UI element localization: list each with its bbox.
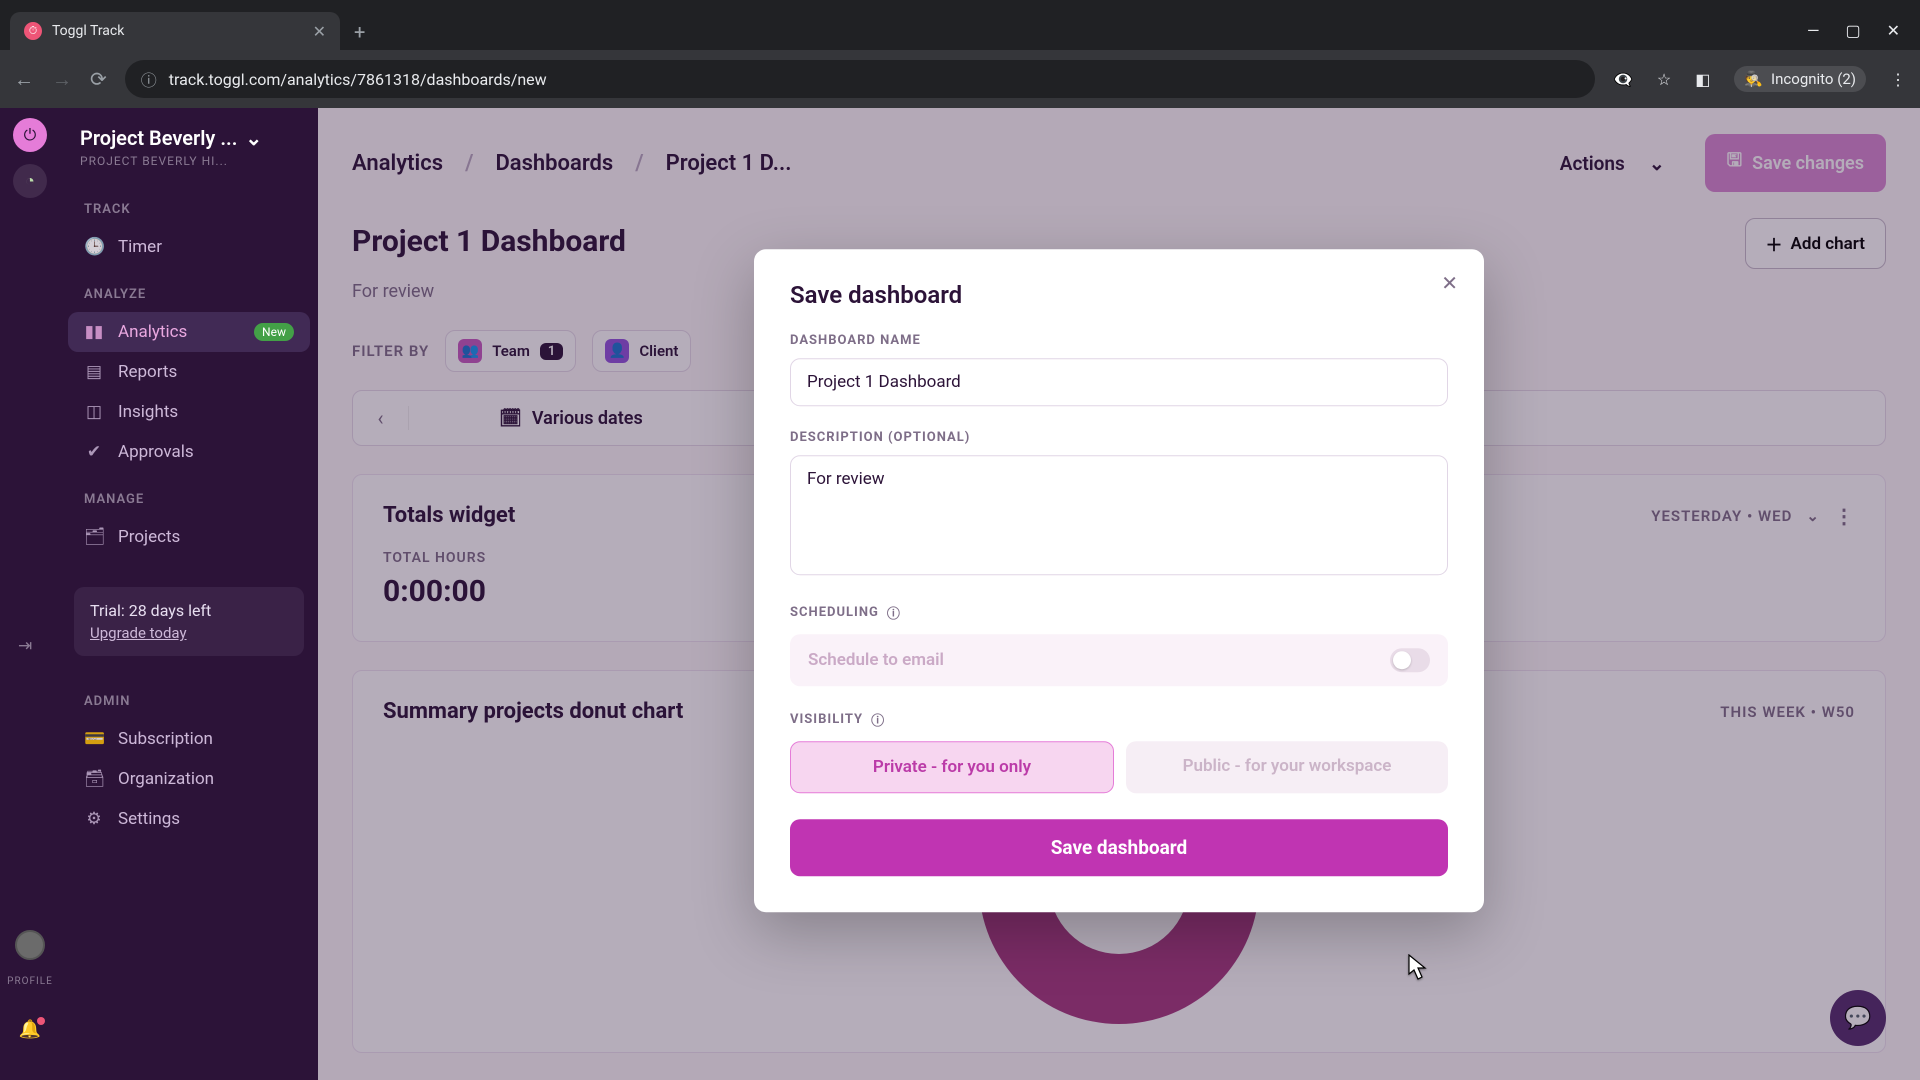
save-dashboard-modal: Save dashboard ✕ DASHBOARD NAME DESCRIPT… — [754, 249, 1484, 912]
sidebar-section-manage: MANAGE — [60, 472, 318, 517]
info-icon[interactable]: ⓘ — [871, 710, 885, 729]
visibility-public-option[interactable]: Public - for your workspace — [1126, 741, 1448, 793]
sidebar-item-organization[interactable]: 🗃Organization — [60, 759, 318, 799]
rail-timer-button[interactable]: ⏻ — [13, 118, 47, 152]
address-bar[interactable]: ⓘ track.toggl.com/analytics/7861318/dash… — [125, 60, 1595, 98]
collapse-sidebar-icon[interactable]: ⇥ — [18, 636, 32, 656]
schedule-to-email-row[interactable]: Schedule to email — [790, 634, 1448, 686]
sidebar-item-subscription[interactable]: 💳Subscription — [60, 719, 318, 759]
sidebar-item-analytics[interactable]: ▮▮AnalyticsNew — [68, 312, 310, 352]
modal-title: Save dashboard — [790, 281, 1448, 309]
browser-menu-icon[interactable]: ⋮ — [1890, 70, 1906, 89]
url-text: track.toggl.com/analytics/7861318/dashbo… — [169, 70, 547, 89]
chevron-down-icon: ⌄ — [245, 126, 262, 150]
sidebar-item-insights[interactable]: ◫Insights — [60, 392, 318, 432]
app-rail: ⏻ ◔ PROFILE 🔔 — [0, 108, 60, 1080]
visibility-label: VISIBILITYⓘ — [790, 710, 1448, 729]
folder-icon: 🗂 — [84, 527, 104, 547]
back-icon[interactable]: ← — [14, 67, 34, 92]
workspace-switcher[interactable]: Project Beverly ...⌄ PROJECT BEVERLY HI.… — [60, 122, 318, 182]
scheduling-label: SCHEDULINGⓘ — [790, 603, 1448, 622]
dashboard-name-input[interactable] — [790, 358, 1448, 406]
name-label: DASHBOARD NAME — [790, 333, 1448, 348]
sidebar-item-timer[interactable]: 🕒Timer — [60, 227, 318, 267]
window-close-icon[interactable]: ✕ — [1887, 21, 1900, 40]
window-minimize-icon[interactable]: — — [1807, 21, 1820, 40]
save-dashboard-button[interactable]: Save dashboard — [790, 819, 1448, 876]
avatar[interactable] — [15, 930, 45, 960]
toggl-favicon: ⏱ — [24, 22, 42, 40]
incognito-indicator[interactable]: 🕵️ Incognito (2) — [1734, 66, 1866, 92]
bar-chart-icon: ▮▮ — [84, 322, 104, 342]
window-maximize-icon[interactable]: ▢ — [1845, 21, 1860, 40]
rail-secondary-button[interactable]: ◔ — [13, 164, 47, 198]
eye-off-icon[interactable]: 👁‍🗨 — [1613, 70, 1633, 89]
profile-label: PROFILE — [7, 976, 53, 987]
sidebar-item-approvals[interactable]: ✔Approvals — [60, 432, 318, 472]
site-info-icon[interactable]: ⓘ — [141, 67, 157, 91]
new-badge: New — [254, 323, 294, 341]
schedule-toggle[interactable] — [1390, 648, 1430, 672]
notifications-bell-icon[interactable]: 🔔 — [19, 1019, 41, 1040]
sidebar-section-analyze: ANALYZE — [60, 267, 318, 312]
info-icon[interactable]: ⓘ — [887, 603, 901, 622]
trial-banner[interactable]: Trial: 28 days left Upgrade today — [74, 587, 304, 656]
browser-toolbar: ← → ⟳ ⓘ track.toggl.com/analytics/786131… — [0, 50, 1920, 108]
sidebar-item-projects[interactable]: 🗂Projects — [60, 517, 318, 557]
sidebar-item-settings[interactable]: ⚙Settings — [60, 799, 318, 839]
clock-icon: 🕒 — [84, 237, 104, 257]
browser-tab[interactable]: ⏱ Toggl Track ✕ — [10, 12, 340, 50]
incognito-icon: 🕵️ — [1744, 70, 1763, 88]
gear-icon: ⚙ — [84, 809, 104, 829]
dashboard-description-input[interactable] — [790, 455, 1448, 575]
sidebar-item-reports[interactable]: ▤Reports — [60, 352, 318, 392]
main-content: Analytics / Dashboards / Project 1 D... … — [318, 108, 1920, 1080]
check-circle-icon: ✔ — [84, 442, 104, 462]
side-panel-icon[interactable]: ◧ — [1695, 70, 1710, 89]
description-label: DESCRIPTION (OPTIONAL) — [790, 430, 1448, 445]
close-tab-icon[interactable]: ✕ — [313, 22, 326, 41]
insights-icon: ◫ — [84, 402, 104, 422]
bookmark-star-icon[interactable]: ☆ — [1657, 70, 1671, 89]
org-icon: 🗃 — [84, 769, 104, 789]
modal-close-icon[interactable]: ✕ — [1441, 271, 1458, 295]
reports-icon: ▤ — [84, 362, 104, 382]
sidebar: Project Beverly ...⌄ PROJECT BEVERLY HI.… — [60, 108, 318, 1080]
visibility-private-option[interactable]: Private - for you only — [790, 741, 1114, 793]
sidebar-section-admin: ADMIN — [60, 674, 318, 719]
card-icon: 💳 — [84, 729, 104, 749]
new-tab-button[interactable]: + — [340, 20, 379, 50]
tab-title: Toggl Track — [52, 23, 303, 39]
reload-icon[interactable]: ⟳ — [90, 67, 107, 91]
forward-icon[interactable]: → — [52, 67, 72, 92]
sidebar-section-track: TRACK — [60, 182, 318, 227]
browser-tab-strip: ⏱ Toggl Track ✕ + — ▢ ✕ — [0, 0, 1920, 50]
